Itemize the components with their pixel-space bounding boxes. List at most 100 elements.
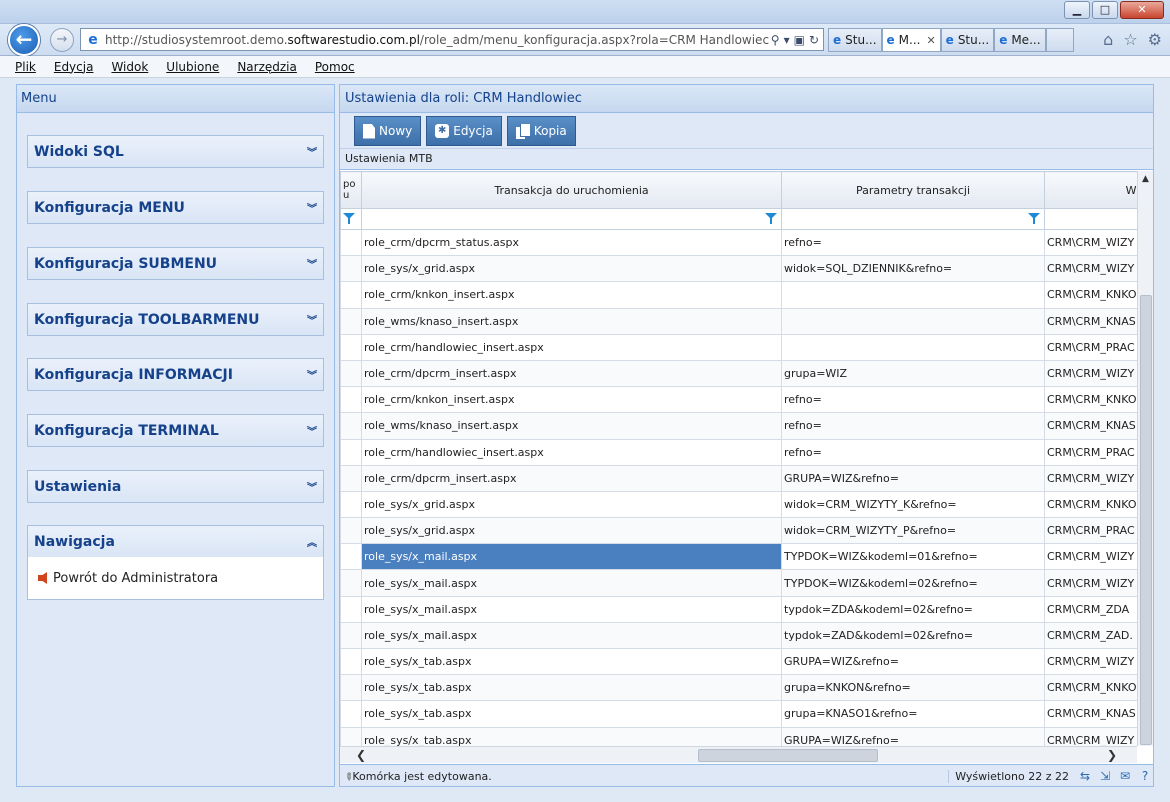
table-cell-0[interactable] (340, 281, 362, 309)
table-cell[interactable]: CRM\CRM_KNAS (1044, 412, 1137, 440)
grid-vertical-scrollbar[interactable]: ▲ (1137, 171, 1153, 746)
table-cell[interactable]: role_sys/x_mail.aspx (361, 543, 782, 571)
table-cell[interactable]: role_sys/x_tab.aspx (361, 726, 782, 746)
table-cell[interactable]: TYPDOK=WIZ&kodeml=01&refno= (781, 543, 1045, 571)
refresh-grid-icon[interactable]: ⇆ (1075, 769, 1095, 783)
table-cell[interactable]: typdok=ZDA&kodeml=02&refno= (781, 595, 1045, 623)
table-row[interactable]: role_crm/dpcrm_status.aspx refno= CRM\CRM_… (340, 228, 1137, 257)
table-cell[interactable]: CRM\CRM_KNAS (1044, 700, 1137, 728)
table-row[interactable]: role_crm/dpcrm_insert.aspx grupa=WIZ CRM\C… (340, 359, 1137, 388)
menu-4[interactable]: Narzędzia (234, 60, 300, 74)
compat-icon[interactable]: ▣ (794, 33, 805, 47)
accordion-header[interactable]: Konfiguracja SUBMENU ︾ (28, 248, 323, 279)
table-cell[interactable]: CRM\CRM_WIZY (1044, 359, 1137, 388)
accordion-header[interactable]: Ustawienia ︾ (28, 471, 323, 502)
table-cell[interactable]: CRM\CRM_WIZY (1044, 228, 1137, 257)
table-cell[interactable]: role_sys/x_tab.aspx (361, 647, 782, 676)
table-cell[interactable]: widok=SQL_DZIENNIK&refno= (781, 255, 1045, 283)
close-window-button[interactable]: ✕ (1120, 1, 1164, 19)
export-icon[interactable]: ⇲ (1095, 769, 1115, 783)
table-cell[interactable] (781, 281, 1045, 309)
table-cell[interactable]: grupa=KNKON&refno= (781, 674, 1045, 702)
table-cell[interactable]: role_sys/x_grid.aspx (361, 255, 782, 283)
menu-0[interactable]: Plik (12, 60, 39, 74)
table-cell[interactable]: role_sys/x_mail.aspx (361, 621, 782, 650)
table-cell[interactable]: CRM\CRM_KNAS (1044, 307, 1137, 335)
dropdown-icon[interactable]: ▾ (784, 33, 790, 47)
table-cell[interactable]: refno= (781, 228, 1045, 257)
close-tab-icon[interactable]: ✕ (926, 34, 935, 47)
menu-5[interactable]: Pomoc (312, 60, 358, 74)
table-cell[interactable]: CRM\CRM_ZDA (1044, 595, 1137, 623)
horizontal-scroll-thumb[interactable] (698, 749, 878, 762)
accordion-header[interactable]: Konfiguracja MENU ︾ (28, 192, 323, 223)
table-row[interactable]: role_sys/x_mail.aspx TYPDOK=WIZ&kodeml=02… (340, 569, 1137, 597)
table-row[interactable]: role_sys/x_grid.aspx widok=CRM_WIZYTY_K&r… (340, 490, 1137, 519)
table-cell[interactable]: CRM\CRM_KNKO (1044, 281, 1137, 309)
table-row[interactable]: role_crm/handlowiec_insert.aspx CRM\CRM_P… (340, 333, 1137, 361)
maximize-button[interactable]: □ (1092, 1, 1118, 19)
table-row[interactable]: role_wms/knaso_insert.aspx CRM\CRM_KNAS (340, 307, 1137, 335)
table-cell[interactable]: refno= (781, 386, 1045, 414)
new-tab-button[interactable] (1045, 28, 1074, 52)
table-cell[interactable]: role_crm/handlowiec_insert.aspx (361, 333, 782, 361)
filter-icon[interactable] (1028, 213, 1040, 224)
table-row[interactable]: role_crm/handlowiec_insert.aspx refno= CRM… (340, 438, 1137, 466)
comment-icon[interactable]: ✉ (1115, 769, 1135, 783)
table-cell-0[interactable] (340, 359, 362, 388)
table-cell-0[interactable] (340, 700, 362, 728)
table-cell[interactable]: CRM\CRM_KNKO (1044, 386, 1137, 414)
table-cell[interactable]: role_sys/x_mail.aspx (361, 595, 782, 623)
nav-link-admin[interactable]: Powrót do Administratora (28, 557, 323, 599)
filter-icon[interactable] (343, 213, 355, 224)
copy-button[interactable]: Kopia (506, 116, 576, 146)
table-cell-0[interactable] (340, 543, 362, 571)
table-cell-0[interactable] (340, 674, 362, 702)
table-cell[interactable]: grupa=WIZ (781, 359, 1045, 388)
table-cell[interactable]: typdok=ZAD&kodeml=02&refno= (781, 621, 1045, 650)
accordion-header[interactable]: Nawigacja ︽ (28, 526, 323, 557)
table-cell-0[interactable] (340, 595, 362, 623)
table-cell-0[interactable] (340, 464, 362, 492)
address-bar[interactable]: e http://studiosystemroot.demo.softwares… (80, 28, 824, 51)
table-row[interactable]: role_crm/knkon_insert.aspx CRM\CRM_KNKO (340, 281, 1137, 309)
table-cell[interactable]: grupa=KNASO1&refno= (781, 700, 1045, 728)
help-icon[interactable]: ? (1135, 769, 1153, 783)
table-cell[interactable]: role_crm/knkon_insert.aspx (361, 386, 782, 414)
table-cell-0[interactable] (340, 647, 362, 676)
menu-2[interactable]: Widok (108, 60, 151, 74)
filter-icon[interactable] (765, 213, 777, 224)
expand-icon[interactable]: ︾ (307, 144, 317, 159)
table-cell[interactable]: GRUPA=WIZ&refno= (781, 464, 1045, 492)
table-cell-0[interactable] (340, 726, 362, 746)
filter-cell-params[interactable] (781, 208, 1045, 230)
filter-cell-view[interactable] (1044, 208, 1137, 230)
column-header-view[interactable]: Widok (1044, 171, 1137, 209)
expand-icon[interactable]: ︾ (307, 256, 317, 271)
table-cell[interactable]: role_sys/x_grid.aspx (361, 490, 782, 519)
table-cell-0[interactable] (340, 333, 362, 361)
table-cell[interactable]: role_wms/knaso_insert.aspx (361, 307, 782, 335)
filter-cell-0[interactable] (340, 208, 362, 230)
table-cell[interactable]: role_crm/handlowiec_insert.aspx (361, 438, 782, 466)
table-cell-0[interactable] (340, 307, 362, 335)
table-cell[interactable]: widok=CRM_WIZYTY_P&refno= (781, 517, 1045, 545)
table-cell[interactable]: GRUPA=WIZ&refno= (781, 726, 1045, 746)
accordion-header[interactable]: Konfiguracja INFORMACJI ︾ (28, 359, 323, 390)
expand-icon[interactable]: ︾ (307, 479, 317, 494)
table-cell-0[interactable] (340, 412, 362, 440)
browser-tab-0[interactable]: e Stu... (828, 28, 882, 52)
scroll-up-icon[interactable]: ▲ (1138, 171, 1153, 187)
refresh-icon[interactable]: ↻ (809, 33, 819, 47)
table-cell-0[interactable] (340, 228, 362, 257)
browser-tab-2[interactable]: e Stu... (940, 28, 995, 52)
expand-icon[interactable]: ︾ (307, 312, 317, 327)
table-row[interactable]: role_sys/x_tab.aspx grupa=KNASO1&refno= CR… (340, 700, 1137, 728)
table-cell-0[interactable] (340, 569, 362, 597)
expand-icon[interactable]: ︾ (307, 200, 317, 215)
accordion-header[interactable]: Konfiguracja TOOLBARMENU ︾ (28, 304, 323, 335)
table-cell[interactable]: GRUPA=WIZ&refno= (781, 647, 1045, 676)
grid-horizontal-scrollbar[interactable]: ❮ ❯ (340, 746, 1137, 763)
table-cell-0[interactable] (340, 438, 362, 466)
table-row[interactable]: role_sys/x_mail.aspx TYPDOK=WIZ&kodeml=01… (340, 543, 1137, 571)
